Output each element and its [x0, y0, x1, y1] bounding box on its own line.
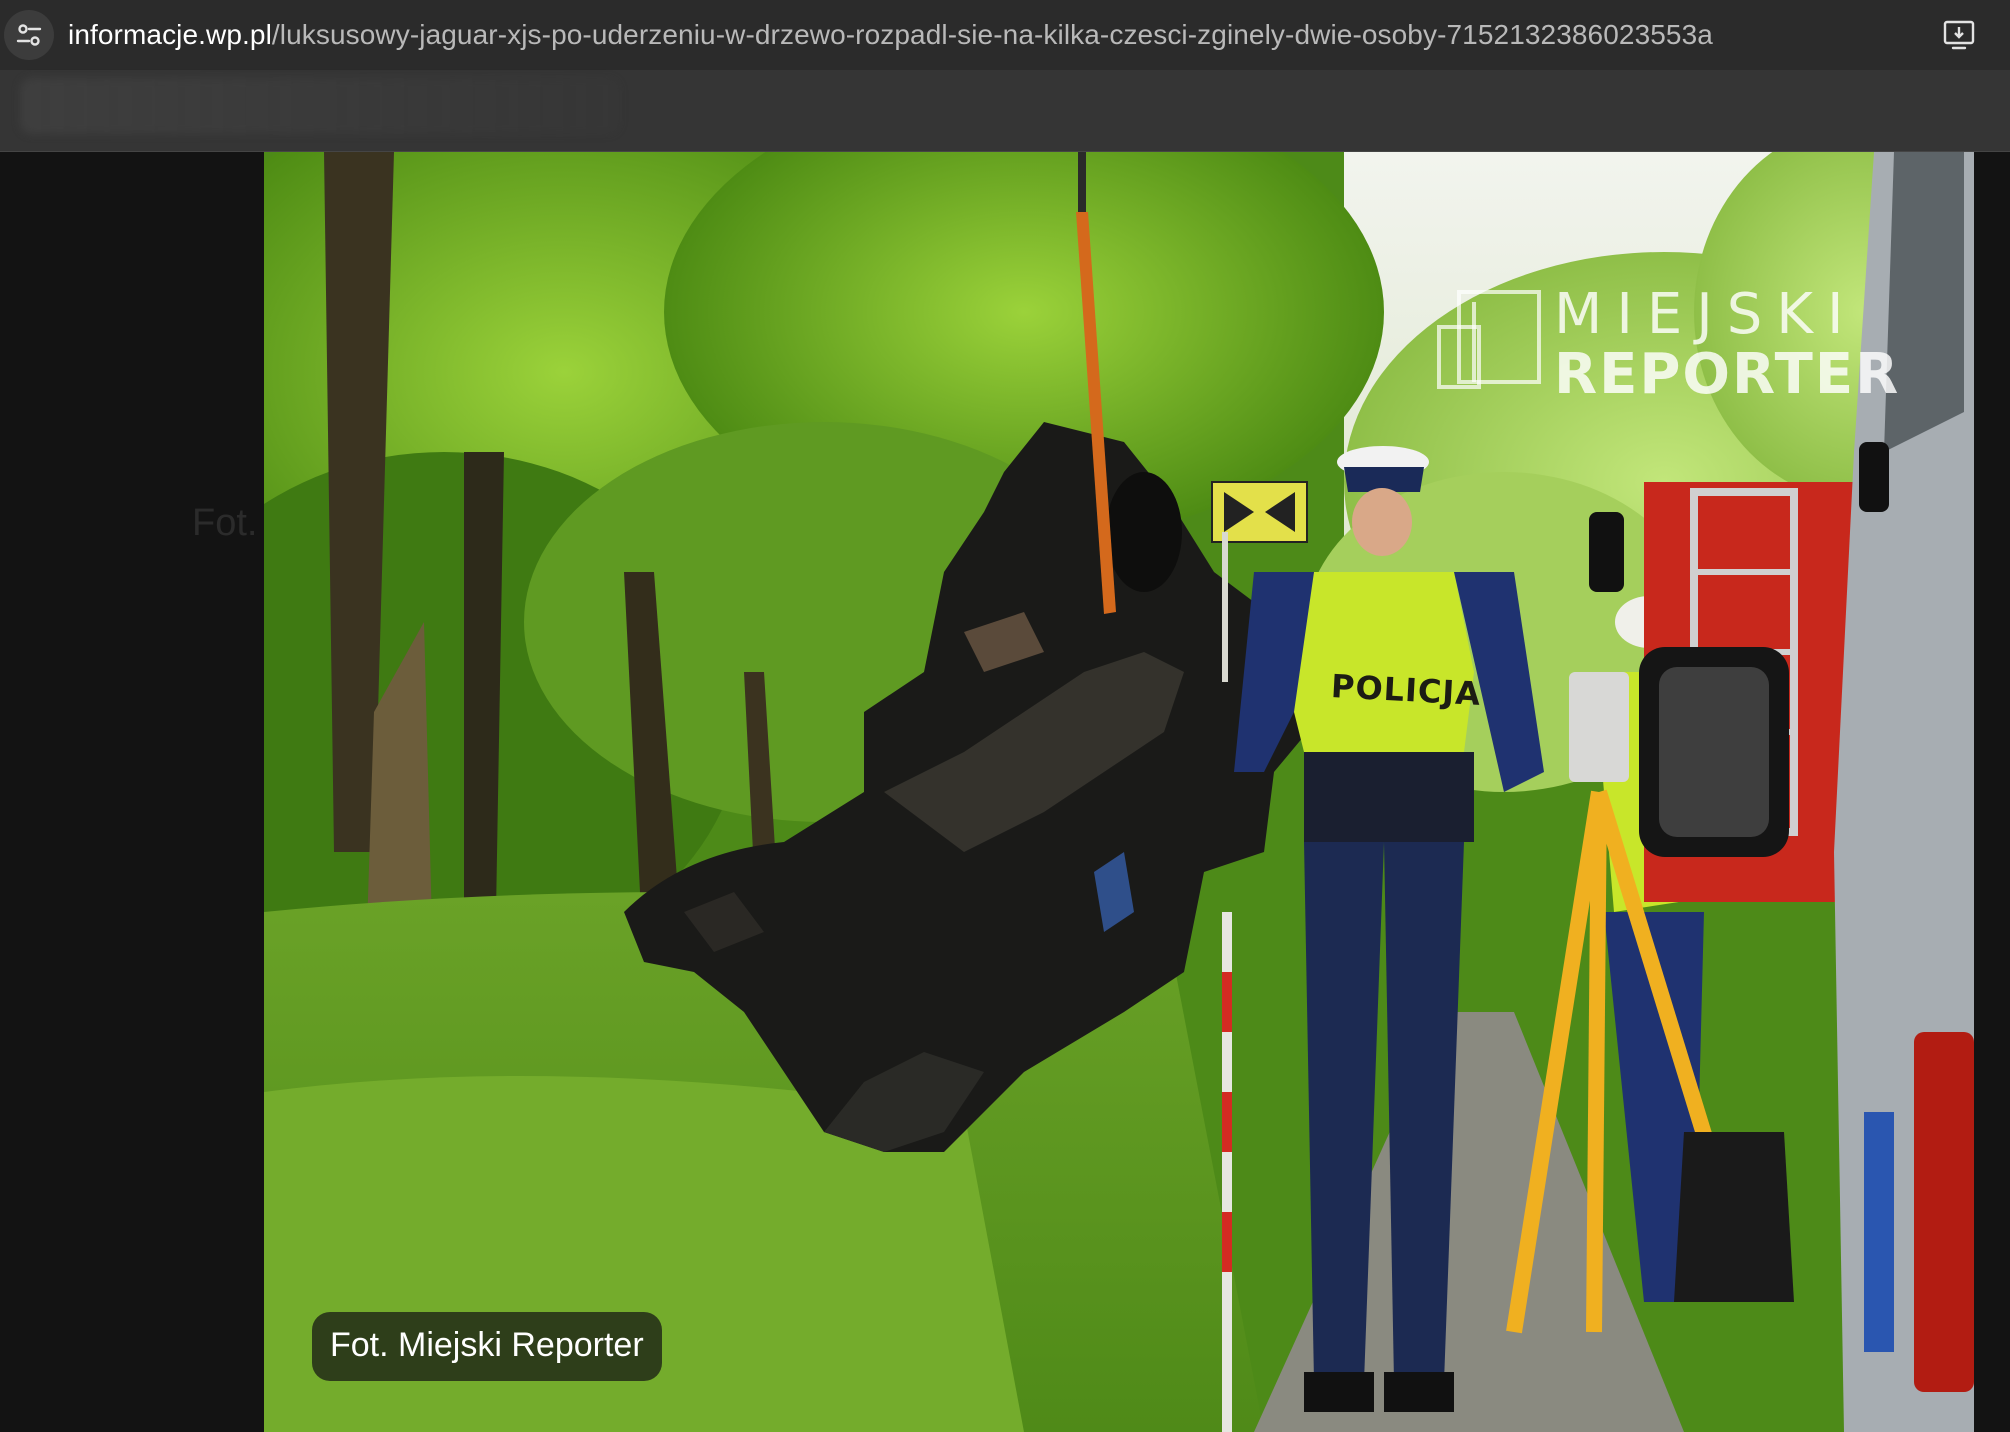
photo-caption: Fot. Miejski Reporter [312, 1312, 662, 1381]
watermark-line2: REPORTER [1554, 342, 1901, 407]
page-content: Fot. POLICJA MIEJSKI REPORTER Fot. Miejs… [0, 152, 2010, 1432]
secondary-toolbar [0, 70, 2010, 152]
install-app-button[interactable] [1940, 15, 1980, 55]
url-field[interactable]: informacje.wp.pl/luksusowy-jaguar-xjs-po… [68, 19, 1713, 51]
tune-icon [16, 24, 42, 46]
url-path: /luksusowy-jaguar-xjs-po-uderzeniu-w-drz… [271, 19, 1713, 50]
url-domain: informacje.wp.pl [68, 19, 272, 50]
vest-text: POLICJA [1330, 667, 1483, 713]
caption-behind: Fot. [192, 502, 258, 544]
site-info-button[interactable] [4, 10, 54, 60]
watermark-line1: MIEJSKI [1554, 282, 1858, 347]
address-bar: informacje.wp.pl/luksusowy-jaguar-xjs-po… [0, 0, 2010, 70]
watermark: MIEJSKI REPORTER [1554, 287, 1900, 403]
backpack [1674, 1132, 1794, 1302]
install-app-icon [1943, 20, 1975, 50]
article-photo[interactable]: POLICJA MIEJSKI REPORTER Fot. Miejski Re… [264, 152, 1974, 1432]
blurred-toolbar-content [20, 78, 620, 134]
